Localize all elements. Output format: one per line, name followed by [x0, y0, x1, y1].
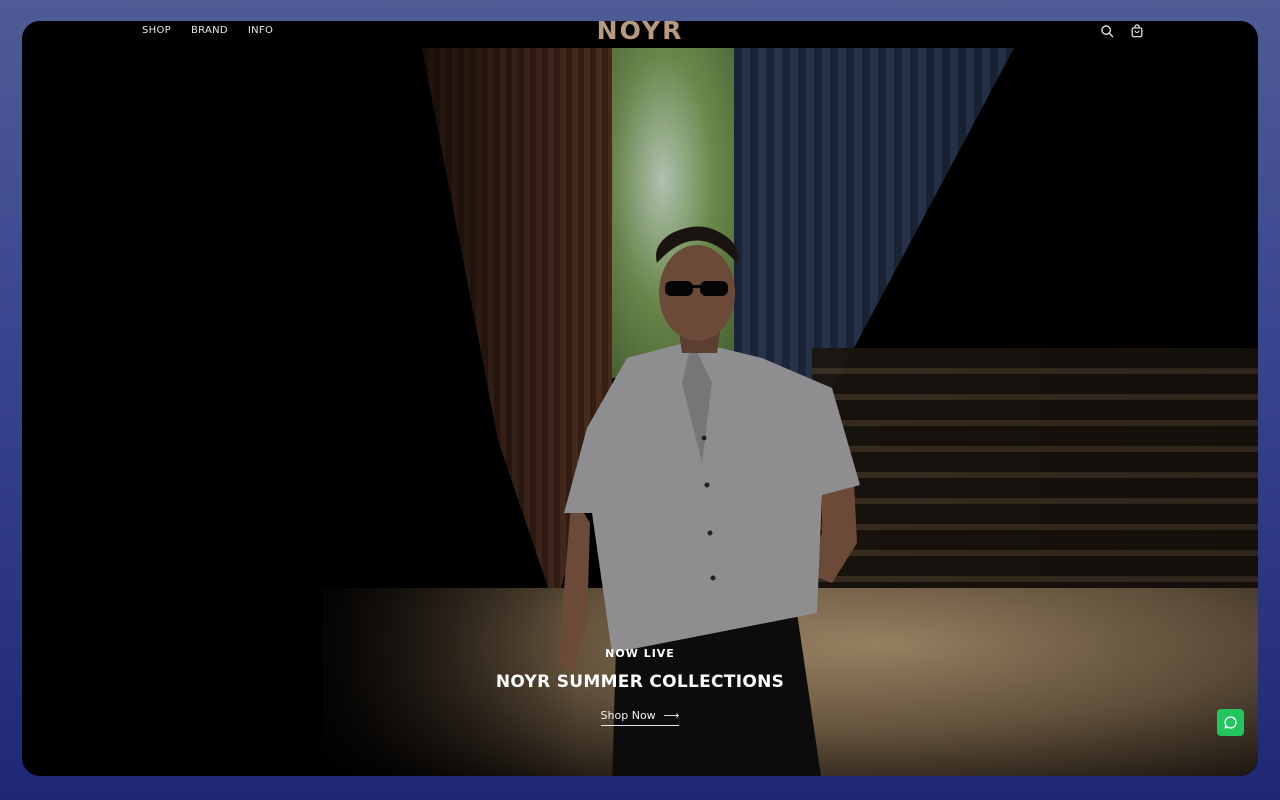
- hero-kicker: NOW LIVE: [605, 647, 675, 660]
- shop-now-link[interactable]: Shop Now ⟶: [600, 709, 680, 726]
- shop-now-label: Shop Now: [600, 709, 656, 722]
- header-actions: [1100, 24, 1144, 38]
- nav-shop-link[interactable]: SHOP: [142, 25, 171, 36]
- hero-headline: NOYR SUMMER COLLECTIONS: [495, 672, 785, 692]
- browser-viewport: SHOP BRAND INFO NOYR NOW LIVE NOYR SUMME…: [22, 21, 1258, 776]
- arrow-right-icon: ⟶: [663, 709, 680, 722]
- whatsapp-chat-button[interactable]: [1217, 709, 1244, 736]
- hero-banner: [22, 48, 1258, 776]
- nav-brand-link[interactable]: BRAND: [191, 25, 228, 36]
- primary-nav: SHOP BRAND INFO: [142, 25, 273, 36]
- site-header: SHOP BRAND INFO NOYR: [22, 21, 1258, 48]
- cart-icon[interactable]: [1130, 24, 1144, 38]
- brand-logo[interactable]: NOYR: [597, 21, 684, 45]
- search-icon[interactable]: [1100, 24, 1114, 38]
- hero-model-figure: [560, 226, 860, 776]
- chat-bubble-icon: [1224, 716, 1237, 729]
- nav-info-link[interactable]: INFO: [248, 25, 273, 36]
- hero-cta-wrapper: Shop Now ⟶: [22, 704, 1258, 726]
